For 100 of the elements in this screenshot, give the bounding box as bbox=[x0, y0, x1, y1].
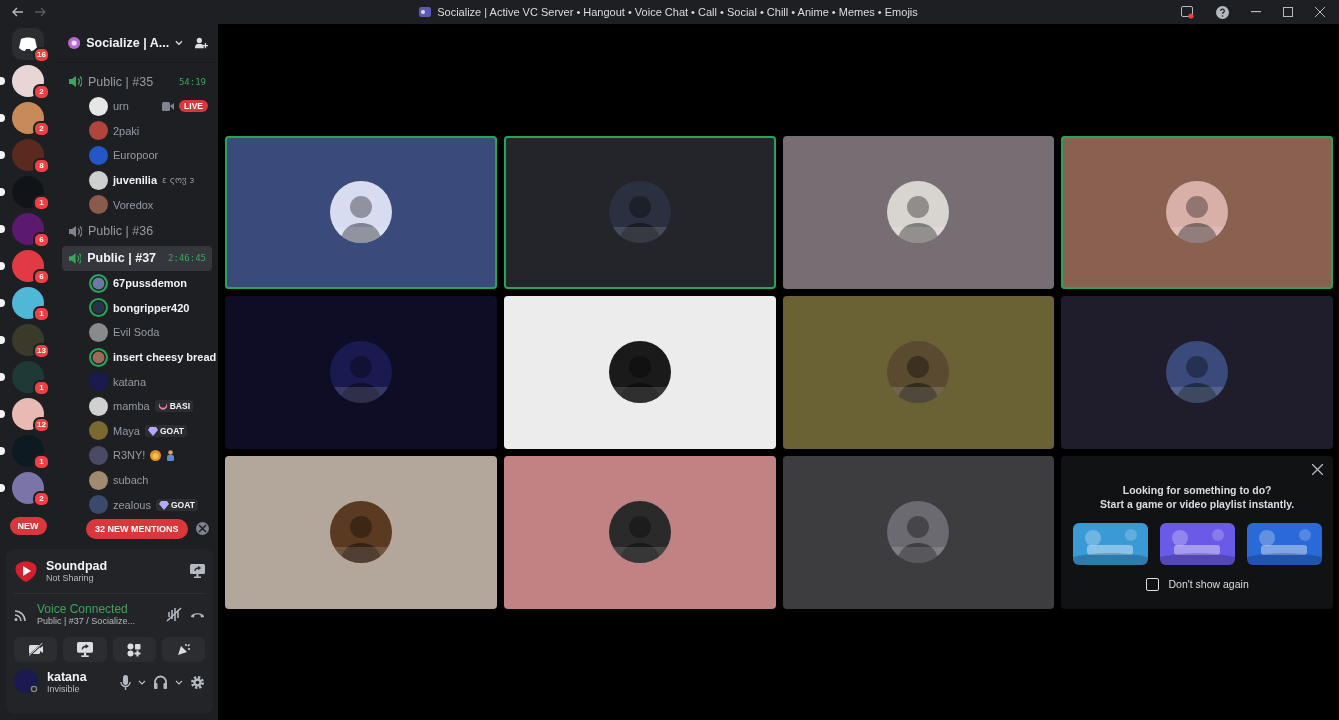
server-icon[interactable] bbox=[12, 176, 44, 208]
user-name[interactable]: R3NY! bbox=[113, 449, 146, 462]
user-name[interactable]: subach bbox=[113, 474, 149, 486]
user-name[interactable]: urn bbox=[113, 100, 129, 113]
server-icon[interactable] bbox=[12, 102, 44, 134]
notification-badge: 2 bbox=[33, 491, 50, 507]
app-name: Soundpad bbox=[46, 559, 108, 573]
user-name[interactable]: zealous bbox=[113, 498, 151, 511]
tag-text: GOAT bbox=[159, 425, 184, 436]
user-name[interactable]: Europoor bbox=[113, 149, 159, 162]
camera-off-button[interactable] bbox=[14, 637, 58, 662]
notification-badge: 2 bbox=[33, 84, 50, 100]
user-status: Invisible bbox=[47, 684, 81, 694]
maximize-icon[interactable] bbox=[1283, 7, 1293, 17]
user-avatar bbox=[14, 669, 40, 695]
server-name[interactable]: Socialize | A... bbox=[86, 36, 170, 50]
shapes-icon bbox=[127, 642, 142, 657]
user-name[interactable]: Maya bbox=[113, 424, 140, 437]
microphone-icon[interactable] bbox=[120, 674, 131, 690]
close-icon[interactable] bbox=[1312, 463, 1323, 475]
notification-badge: 6 bbox=[33, 232, 50, 248]
user-name[interactable]: bongripper420 bbox=[113, 301, 190, 314]
user-name[interactable]: Voredox bbox=[113, 198, 154, 211]
diamond-icon bbox=[147, 425, 158, 436]
connection-icon bbox=[14, 607, 29, 621]
minimize-icon[interactable] bbox=[1251, 11, 1261, 13]
camera-icon bbox=[162, 101, 175, 111]
call-timer: 2:46:45 bbox=[168, 253, 206, 264]
server-icon[interactable] bbox=[12, 65, 44, 97]
video-tile[interactable] bbox=[503, 135, 776, 289]
play-logo-icon bbox=[14, 560, 38, 582]
user-name[interactable]: insert cheesy bread bbox=[113, 351, 217, 364]
chevron-down-icon[interactable] bbox=[175, 40, 183, 46]
video-tile[interactable] bbox=[1061, 295, 1333, 449]
user-decoration: ɛ ςოჳ ɜ bbox=[162, 175, 195, 186]
video-tile[interactable] bbox=[225, 455, 497, 609]
screen-share-icon[interactable] bbox=[190, 564, 205, 578]
notification-badge: 13 bbox=[33, 343, 50, 359]
activities-button[interactable] bbox=[112, 637, 156, 662]
crescent-icon bbox=[157, 401, 168, 412]
disconnect-icon[interactable] bbox=[190, 610, 205, 618]
new-button[interactable]: NEW bbox=[9, 517, 47, 535]
video-tile[interactable] bbox=[782, 135, 1055, 289]
notification-badge: 1 bbox=[33, 195, 50, 211]
video-tile[interactable] bbox=[225, 295, 497, 449]
tag-text: GOAT bbox=[170, 499, 195, 510]
user-name: katana bbox=[47, 670, 87, 684]
notification-badge: 6 bbox=[33, 269, 50, 285]
voice-channel[interactable]: Public | #35 54:19 bbox=[62, 69, 212, 94]
screen-record-icon[interactable] bbox=[1181, 5, 1194, 19]
voice-channel[interactable]: Public | #36 bbox=[62, 218, 212, 244]
checkbox-label[interactable]: Don't show again bbox=[1168, 578, 1249, 590]
soundboard-button[interactable] bbox=[161, 637, 205, 662]
user-name[interactable]: Evil Soda bbox=[113, 326, 160, 339]
close-icon[interactable] bbox=[1315, 7, 1325, 17]
party-horn-icon bbox=[175, 642, 191, 657]
back-icon[interactable] bbox=[12, 7, 24, 17]
person-icon bbox=[166, 449, 176, 461]
notification-badge: 12 bbox=[33, 417, 50, 433]
help-icon[interactable] bbox=[1216, 5, 1229, 19]
server-icon[interactable] bbox=[12, 287, 44, 319]
settings-icon[interactable] bbox=[190, 674, 205, 690]
diamond-icon bbox=[158, 499, 169, 510]
video-tile[interactable] bbox=[503, 295, 776, 449]
live-badge: LIVE bbox=[179, 100, 208, 113]
add-member-icon[interactable] bbox=[194, 36, 208, 50]
activity-subheading: Start a game or video playlist instantly. bbox=[1100, 496, 1295, 511]
xbox-icon bbox=[195, 522, 209, 536]
voice-channel-path[interactable]: Public | #37 / Socialize... bbox=[37, 616, 135, 626]
window-title: Socialize | Active VC Server • Hangout • Voice Chat • Call • Social • Chill • Anime • Memes • Emojis bbox=[437, 6, 918, 18]
user-name[interactable]: mamba bbox=[113, 400, 150, 413]
user-name[interactable]: 67pussdemon bbox=[113, 277, 187, 290]
share-screen-button[interactable] bbox=[63, 637, 107, 662]
server-icon[interactable] bbox=[12, 324, 44, 356]
video-tile[interactable] bbox=[225, 135, 497, 289]
chevron-down-icon[interactable] bbox=[175, 679, 183, 685]
notification-badge: 1 bbox=[33, 306, 50, 322]
tag-text: BASI bbox=[169, 401, 190, 412]
home-logo-icon[interactable] bbox=[12, 28, 44, 60]
activity-heading: Looking for something to do? bbox=[1122, 482, 1272, 497]
user-name[interactable]: 2paki bbox=[113, 124, 140, 137]
noise-suppression-icon[interactable] bbox=[166, 606, 182, 622]
voice-status: Voice Connected bbox=[37, 602, 129, 616]
headphones-icon[interactable] bbox=[153, 675, 168, 689]
camera-off-icon bbox=[27, 643, 44, 656]
notification-badge: 8 bbox=[33, 158, 50, 174]
video-tile[interactable] bbox=[1061, 135, 1333, 289]
video-tile[interactable] bbox=[782, 295, 1055, 449]
chevron-down-icon[interactable] bbox=[138, 679, 146, 685]
notification-badge: 1 bbox=[33, 380, 50, 396]
user-name[interactable]: juvenilia bbox=[113, 174, 158, 187]
screen-share-icon bbox=[76, 642, 93, 657]
server-icon[interactable] bbox=[12, 398, 44, 430]
checkbox[interactable] bbox=[1145, 577, 1159, 591]
new-mentions-button[interactable]: 32 NEW MENTIONS bbox=[86, 518, 188, 539]
video-tile[interactable] bbox=[782, 455, 1055, 609]
notification-badge: 1 bbox=[33, 454, 50, 470]
video-tile[interactable] bbox=[503, 455, 776, 609]
user-name[interactable]: katana bbox=[113, 375, 147, 388]
voice-channel[interactable]: Public | #37 2:46:45 bbox=[62, 245, 212, 271]
